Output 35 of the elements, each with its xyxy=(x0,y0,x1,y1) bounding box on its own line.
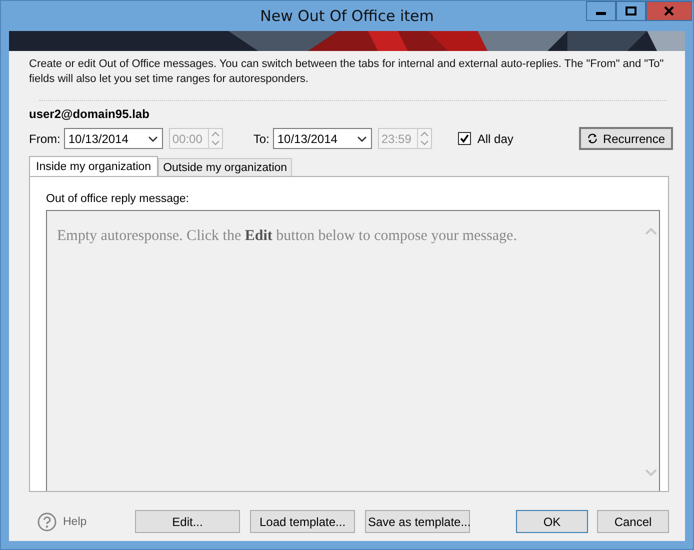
close-button[interactable] xyxy=(646,1,692,21)
all-day-checkbox[interactable]: All day xyxy=(458,132,514,146)
maximize-button[interactable] xyxy=(616,1,646,21)
to-label: To: xyxy=(253,132,270,146)
spin-up-icon xyxy=(420,130,430,137)
tab[interactable]: Outside my organization xyxy=(158,158,292,176)
action-button[interactable]: Save as template... xyxy=(365,510,470,533)
message-text: Empty autoresponse. Click the Edit button below to compose your message. xyxy=(56,227,518,246)
tab[interactable]: Inside my organization xyxy=(29,156,158,176)
to-date-picker[interactable]: 10/13/2014 xyxy=(273,128,372,149)
user-address: user2@domain95.lab xyxy=(29,107,150,121)
dropdown-icon xyxy=(148,134,158,142)
action-button[interactable]: Edit... xyxy=(135,510,240,533)
window-title: New Out Of Office item xyxy=(260,7,434,25)
help-icon xyxy=(37,512,57,532)
help-link[interactable]: Help xyxy=(63,516,87,528)
dropdown-icon xyxy=(357,134,368,142)
from-date-picker[interactable]: 10/13/2014 xyxy=(64,128,164,149)
scroll-down-icon xyxy=(645,469,657,477)
maximize-icon xyxy=(625,6,637,16)
refresh-icon xyxy=(587,132,598,145)
dialog-button[interactable]: OK xyxy=(516,510,588,533)
from-label: From: xyxy=(29,132,60,146)
spin-down-icon xyxy=(420,140,430,146)
message-label: Out of office reply message: xyxy=(46,193,190,205)
dialog-button[interactable]: Cancel xyxy=(597,510,669,533)
close-icon xyxy=(663,6,675,16)
minimize-button[interactable] xyxy=(586,1,616,21)
message-editor[interactable]: Empty autoresponse. Click the Edit button below to compose your message. xyxy=(46,210,660,491)
spin-down-icon xyxy=(211,140,220,146)
action-button[interactable]: Load template... xyxy=(250,510,355,533)
spin-up-icon xyxy=(211,130,220,137)
description-text: Create or edit Out of Office messages. You can switch between the tabs for internal and external auto-replies. The "From" and "To" fields will also let you set time ranges for autoresponders. xyxy=(29,57,665,87)
recurrence-button[interactable]: Recurrence xyxy=(579,127,673,150)
scroll-up-icon xyxy=(645,227,657,235)
